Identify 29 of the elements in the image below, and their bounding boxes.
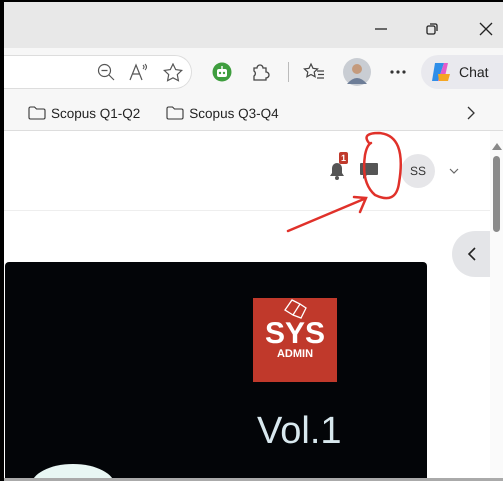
volume-label: Vol.1 [257,410,342,453]
zoom-out-icon[interactable] [97,63,115,81]
read-aloud-icon[interactable] [129,63,149,81]
close-icon[interactable] [479,22,493,36]
notification-count: 1 [339,152,348,164]
chevron-down-icon[interactable] [449,168,459,174]
scrollbar[interactable] [490,131,503,481]
bookmark-folder[interactable]: Scopus Q1-Q2 [28,106,140,120]
folder-icon [28,106,46,120]
bell-icon[interactable] [329,162,345,180]
chat-button[interactable]: Chat [421,55,503,89]
chevron-right-icon[interactable] [466,106,476,120]
scroll-thumb[interactable] [493,156,500,232]
chevron-left-icon [467,247,476,261]
star-icon[interactable] [163,62,183,82]
profile-avatar[interactable] [343,58,371,86]
more-icon[interactable] [389,69,407,75]
logo-title: SYS [264,320,326,348]
robot-icon[interactable] [212,62,232,82]
bookmark-folder[interactable]: Scopus Q3-Q4 [166,106,279,120]
restore-icon[interactable] [425,22,439,36]
message-icon[interactable] [359,162,379,180]
book-icon [282,298,308,320]
user-avatar[interactable]: SS [401,154,435,188]
folder-icon [166,106,184,120]
address-bar[interactable] [4,55,192,89]
scroll-up-icon[interactable] [492,143,502,150]
logo-subtitle: ADMIN [276,348,314,360]
copilot-icon [429,60,453,84]
